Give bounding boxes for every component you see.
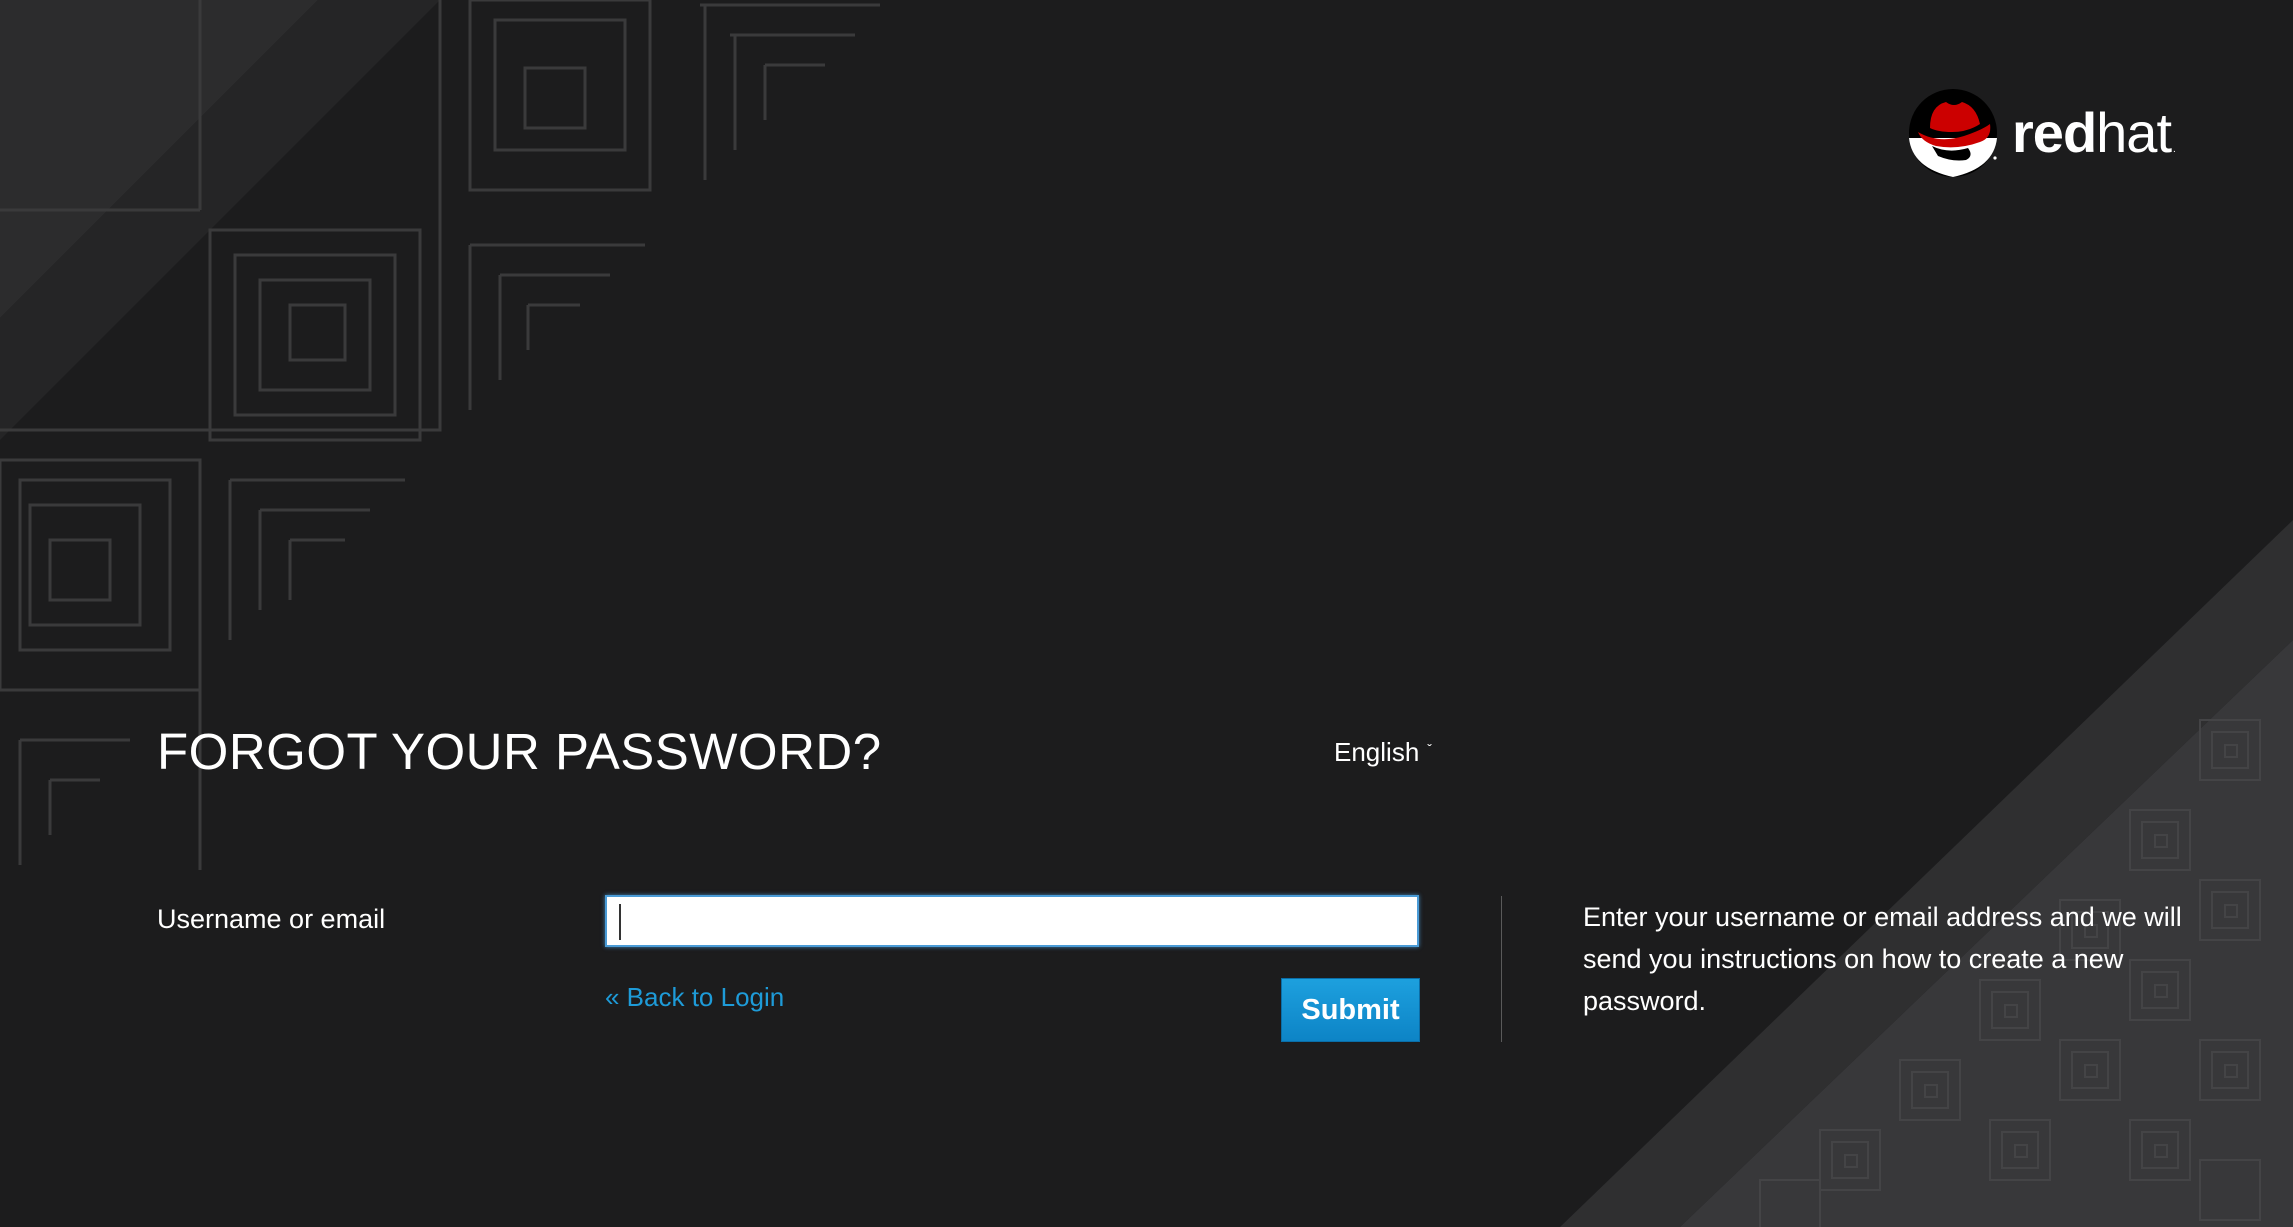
username-label: Username or email bbox=[157, 904, 386, 934]
chevron-down-icon: ˇ bbox=[1427, 740, 1432, 757]
language-selector[interactable]: English ˇ bbox=[1334, 737, 1432, 768]
page-title: FORGOT YOUR PASSWORD? bbox=[157, 723, 882, 780]
wordmark-bold: red bbox=[2012, 101, 2097, 164]
language-selected: English bbox=[1334, 737, 1420, 767]
wordmark-trademark: . bbox=[2173, 144, 2176, 155]
redhat-wordmark: red hat. bbox=[2012, 101, 2176, 164]
wordmark-light: hat bbox=[2096, 101, 2172, 164]
instructions-text: Enter your username or email address and… bbox=[1583, 902, 2182, 1016]
forgot-password-page: red hat. FORGOT YOUR PASSWORD? English ˇ … bbox=[0, 0, 2293, 1227]
username-input[interactable] bbox=[605, 895, 1419, 947]
submit-button[interactable]: Submit bbox=[1281, 978, 1420, 1042]
vertical-divider bbox=[1501, 896, 1502, 1042]
back-to-login-link[interactable]: « Back to Login bbox=[605, 982, 784, 1013]
redhat-logo: red hat. bbox=[1908, 86, 2176, 180]
background-pattern bbox=[0, 0, 2293, 1227]
redhat-shadowman-icon bbox=[1909, 89, 1997, 177]
text-caret bbox=[619, 904, 621, 940]
